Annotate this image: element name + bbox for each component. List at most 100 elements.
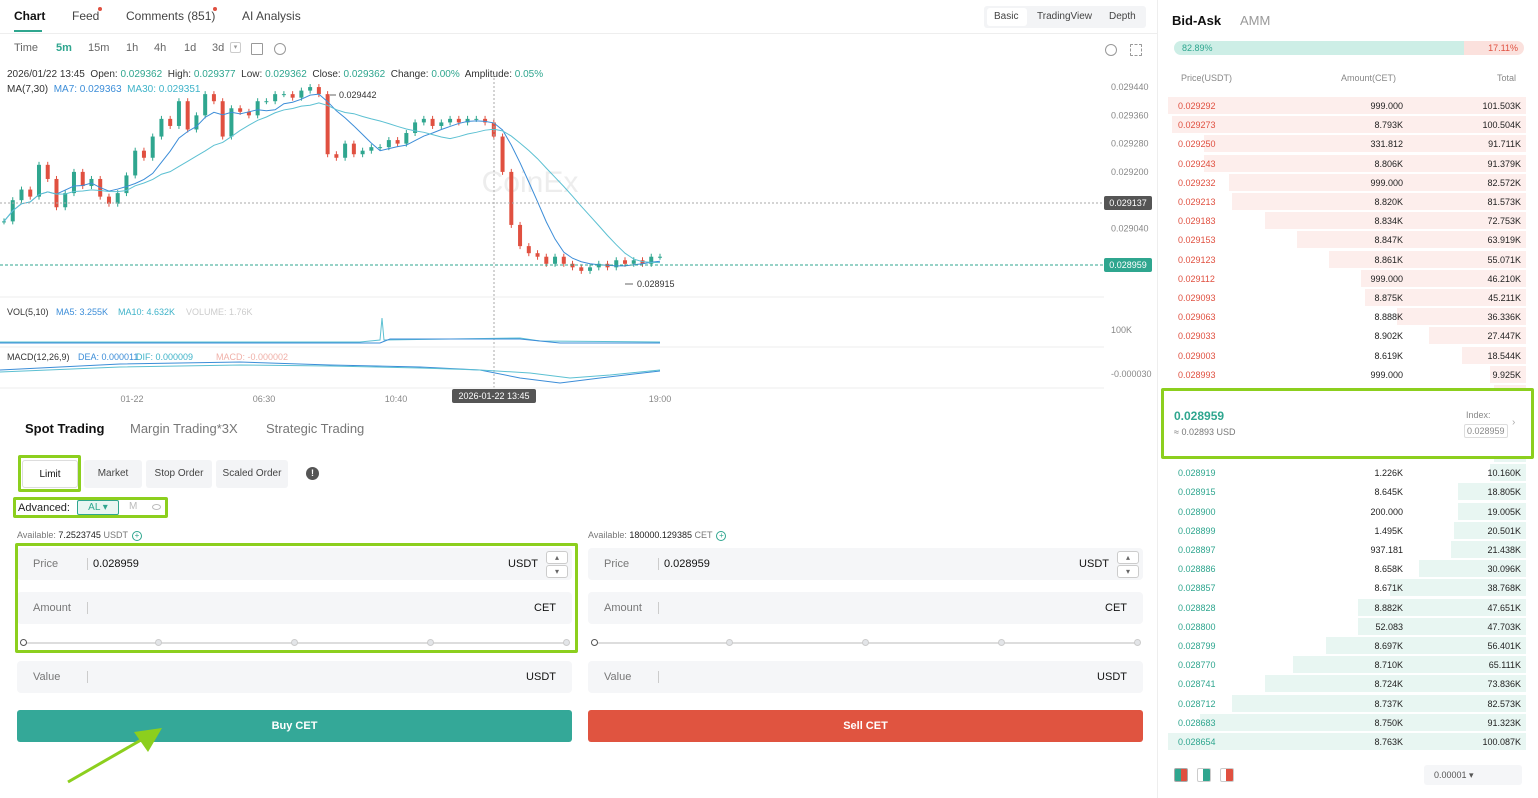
bid-amount: 8.737K: [1374, 698, 1403, 709]
sell-deposit-icon[interactable]: +: [716, 531, 727, 541]
tab-ai-analysis[interactable]: AI Analysis: [242, 9, 301, 23]
ask-row[interactable]: 0.029123 8.861K 55.071K: [1168, 250, 1526, 269]
ask-total: 72.753K: [1487, 216, 1521, 227]
sell-slider-stop-25[interactable]: [726, 639, 733, 646]
sell-price-field[interactable]: Price 0.028959 USDT ▴ ▾: [588, 548, 1143, 580]
ask-price: 0.029213: [1178, 197, 1216, 207]
sell-slider-stop-50[interactable]: [862, 639, 869, 646]
bid-amount: 1.495K: [1374, 525, 1403, 536]
bid-row[interactable]: 0.028828 8.882K 47.651K: [1168, 598, 1526, 617]
view-both-icon[interactable]: [1174, 768, 1188, 782]
order-type-stop[interactable]: Stop Order: [146, 460, 212, 488]
buy-deposit-icon[interactable]: +: [131, 531, 142, 541]
ask-row[interactable]: 0.029183 8.834K 72.753K: [1168, 211, 1526, 230]
candle-body: [351, 143, 356, 155]
bid-row[interactable]: 0.028886 8.658K 30.096K: [1168, 559, 1526, 578]
chart-type-icon[interactable]: [251, 43, 263, 55]
ask-row[interactable]: 0.028993 999.000 9.925K: [1168, 365, 1526, 384]
sell-value-sep: [658, 671, 659, 683]
sell-button[interactable]: Sell CET: [588, 710, 1143, 742]
tab-margin-trading[interactable]: Margin Trading*3X: [130, 421, 238, 436]
sell-slider-handle[interactable]: [591, 639, 598, 646]
order-type-scaled[interactable]: Scaled Order: [216, 460, 288, 488]
view-basic[interactable]: Basic: [994, 11, 1018, 22]
view-bids-icon[interactable]: [1197, 768, 1211, 782]
fullscreen-icon[interactable]: [1130, 44, 1142, 56]
bid-row[interactable]: 0.028915 8.645K 18.805K: [1168, 482, 1526, 501]
sell-price-input[interactable]: 0.028959: [664, 558, 710, 570]
interval-1h[interactable]: 1h: [126, 42, 138, 54]
price-chart[interactable]: CoinEx 0.0294400.0293600.0292800.0292000…: [0, 60, 1158, 405]
ask-row[interactable]: 0.029112 999.000 46.210K: [1168, 269, 1526, 288]
candle-body: [561, 256, 566, 264]
view-asks-icon[interactable]: [1220, 768, 1234, 782]
ask-row[interactable]: 0.029063 8.888K 36.336K: [1168, 307, 1526, 326]
tab-amm[interactable]: AMM: [1240, 13, 1270, 28]
bid-row[interactable]: 0.028741 8.724K 73.836K: [1168, 674, 1526, 693]
bid-row[interactable]: 0.028899 1.495K 20.501K: [1168, 521, 1526, 540]
highlight-advanced: [13, 497, 168, 518]
buy-value-field[interactable]: Value USDT: [17, 661, 572, 693]
ask-row[interactable]: 0.029243 8.806K 91.379K: [1168, 154, 1526, 173]
ask-total: 18.544K: [1487, 350, 1521, 361]
ask-row[interactable]: 0.029153 8.847K 63.919K: [1168, 230, 1526, 249]
bid-row[interactable]: 0.028919 1.226K 10.160K: [1168, 463, 1526, 482]
interval-3d[interactable]: 3d: [212, 42, 224, 54]
interval-time[interactable]: Time: [14, 42, 38, 54]
interval-4h[interactable]: 4h: [154, 42, 166, 54]
settings-icon[interactable]: [274, 43, 286, 55]
candle-body: [220, 101, 225, 137]
bid-row[interactable]: 0.028799 8.697K 56.401K: [1168, 636, 1526, 655]
bid-row[interactable]: 0.028857 8.671K 38.768K: [1168, 578, 1526, 597]
ask-row[interactable]: 0.029033 8.902K 27.447K: [1168, 326, 1526, 345]
sell-amount-field[interactable]: Amount CET: [588, 592, 1143, 624]
view-depth[interactable]: Depth: [1109, 11, 1136, 22]
ask-price: 0.029292: [1178, 101, 1216, 111]
sell-value-field[interactable]: Value USDT: [588, 661, 1143, 693]
bid-row[interactable]: 0.028900 200.000 19.005K: [1168, 502, 1526, 521]
interval-1d[interactable]: 1d: [184, 42, 196, 54]
sell-slider-stop-75[interactable]: [998, 639, 1005, 646]
tab-strategic-trading[interactable]: Strategic Trading: [266, 421, 364, 436]
tab-comments[interactable]: Comments (851): [126, 9, 215, 23]
sell-price-up-icon[interactable]: ▴: [1117, 551, 1139, 564]
bid-row[interactable]: 0.028770 8.710K 65.111K: [1168, 655, 1526, 674]
sell-price-down-icon[interactable]: ▾: [1117, 565, 1139, 578]
tab-spot-trading[interactable]: Spot Trading: [25, 421, 104, 436]
macd-dif: DIF: 0.000009: [136, 352, 193, 362]
view-switch: Basic TradingView Depth: [984, 6, 1146, 28]
ask-row[interactable]: 0.029093 8.875K 45.211K: [1168, 288, 1526, 307]
tab-chart[interactable]: Chart: [14, 9, 45, 23]
candle-body: [500, 136, 505, 172]
ask-row[interactable]: 0.029250 331.812 91.711K: [1168, 134, 1526, 153]
precision-select[interactable]: 0.00001 ▾: [1424, 765, 1522, 785]
sell-slider-stop-100[interactable]: [1134, 639, 1141, 646]
interval-15m[interactable]: 15m: [88, 42, 109, 54]
bid-row[interactable]: 0.028897 937.181 21.438K: [1168, 540, 1526, 559]
chevron-down-icon[interactable]: ▾: [230, 42, 241, 53]
interval-5m[interactable]: 5m: [56, 42, 72, 54]
ask-row[interactable]: 0.029213 8.820K 81.573K: [1168, 192, 1526, 211]
bid-row[interactable]: 0.028683 8.750K 91.323K: [1168, 713, 1526, 732]
view-tradingview[interactable]: TradingView: [1037, 11, 1092, 22]
bid-total: 21.438K: [1487, 545, 1521, 555]
ask-depth-bar: [1171, 116, 1526, 134]
ask-depth-bar: [1203, 154, 1526, 172]
power-icon[interactable]: [1105, 44, 1117, 56]
buy-ratio: 82.89%: [1182, 43, 1213, 53]
candle-body: [45, 164, 50, 179]
order-type-market[interactable]: Market: [84, 460, 142, 488]
header-price: Price(USDT): [1181, 73, 1232, 83]
bid-row[interactable]: 0.028800 52.083 47.703K: [1168, 617, 1526, 636]
tab-bid-ask[interactable]: Bid-Ask: [1172, 13, 1221, 28]
ask-row[interactable]: 0.029273 8.793K 100.504K: [1168, 115, 1526, 134]
bid-row[interactable]: 0.028654 8.763K 100.087K: [1168, 732, 1526, 751]
candle-body: [395, 140, 400, 144]
current-price-text: 0.028959: [1109, 260, 1147, 270]
ask-row[interactable]: 0.029232 999.000 82.572K: [1168, 173, 1526, 192]
info-icon[interactable]: !: [306, 467, 319, 480]
bid-row[interactable]: 0.028712 8.737K 82.573K: [1168, 694, 1526, 713]
tab-feed[interactable]: Feed: [72, 9, 99, 23]
ask-row[interactable]: 0.029003 8.619K 18.544K: [1168, 346, 1526, 365]
ask-row[interactable]: 0.029292 999.000 101.503K: [1168, 96, 1526, 115]
